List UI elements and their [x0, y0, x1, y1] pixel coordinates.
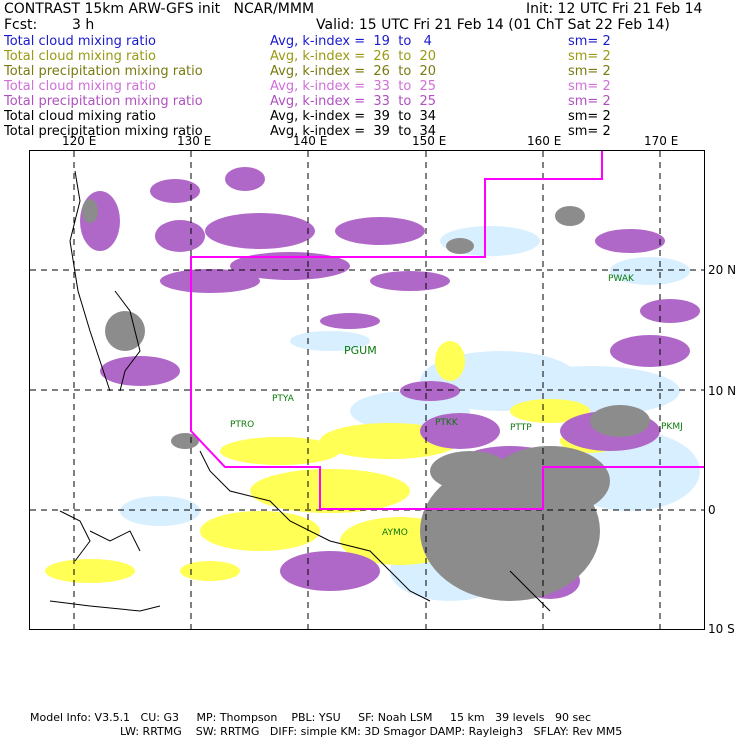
legend-avg-range: Avg, k-index = 33 to 25: [270, 94, 437, 109]
legend-field-name: Total precipitation mixing ratio: [4, 94, 203, 109]
legend-smoothing: sm= 2: [568, 49, 611, 64]
lon-label-170e: 170 E: [644, 134, 679, 148]
legend-field-name: Total precipitation mixing ratio: [4, 64, 203, 79]
legend-smoothing: sm= 2: [568, 34, 611, 49]
station-pttp: PTTP: [510, 423, 532, 433]
legend-avg-range: Avg, k-index = 33 to 25: [270, 79, 437, 94]
legend-field-name: Total cloud mixing ratio: [4, 79, 157, 94]
legend-smoothing: sm= 2: [568, 79, 611, 94]
station-ptya: PTYA: [272, 394, 294, 404]
legend-smoothing: sm= 2: [568, 64, 611, 79]
lon-label-120e: 120 E: [62, 134, 97, 148]
lon-label-140e: 140 E: [293, 134, 328, 148]
init-time: Init: 12 UTC Fri 21 Feb 14: [526, 1, 703, 17]
legend-field-name: Total cloud mixing ratio: [4, 109, 157, 124]
lat-label-20n: 20 N: [708, 263, 737, 277]
legend-smoothing: sm= 2: [568, 124, 611, 139]
model-info-line1: Model Info: V3.5.1 CU: G3 MP: Thompson P…: [30, 711, 591, 724]
lat-label-equator: 0: [708, 503, 716, 517]
station-pwak: PWAK: [608, 274, 634, 284]
lon-label-150e: 150 E: [412, 134, 447, 148]
station-pgum: PGUM: [344, 344, 377, 357]
lat-label-10s: 10 S: [708, 622, 735, 636]
lon-label-130e: 130 E: [177, 134, 212, 148]
legend-field-name: Total precipitation mixing ratio: [4, 124, 203, 139]
map-canvas: [30, 151, 704, 629]
lon-label-160e: 160 E: [527, 134, 562, 148]
legend-field-name: Total cloud mixing ratio: [4, 49, 157, 64]
forecast-hour: 3 h: [72, 17, 95, 33]
legend-field-name: Total cloud mixing ratio: [4, 34, 157, 49]
station-aymo: AYMO: [382, 528, 408, 538]
model-info-line2: LW: RRTMG SW: RRTMG DIFF: simple KM: 3D …: [120, 725, 623, 738]
lat-label-10n: 10 N: [708, 384, 737, 398]
station-pkmj: PKMJ: [661, 422, 683, 432]
station-ptkk: PTKK: [435, 418, 458, 428]
legend-avg-range: Avg, k-index = 39 to 34: [270, 109, 437, 124]
legend-avg-range: Avg, k-index = 26 to 20: [270, 49, 437, 64]
legend-smoothing: sm= 2: [568, 94, 611, 109]
station-ptro: PTRO: [230, 420, 255, 430]
legend-smoothing: sm= 2: [568, 109, 611, 124]
legend-avg-range: Avg, k-index = 19 to 4: [270, 34, 432, 49]
valid-time: Valid: 15 UTC Fri 21 Feb 14 (01 ChT Sat …: [316, 17, 670, 33]
forecast-label: Fcst:: [4, 17, 38, 33]
forecast-map: [29, 150, 705, 630]
product-title: CONTRAST 15km ARW-GFS init NCAR/MMM: [4, 1, 315, 17]
legend-avg-range: Avg, k-index = 26 to 20: [270, 64, 437, 79]
